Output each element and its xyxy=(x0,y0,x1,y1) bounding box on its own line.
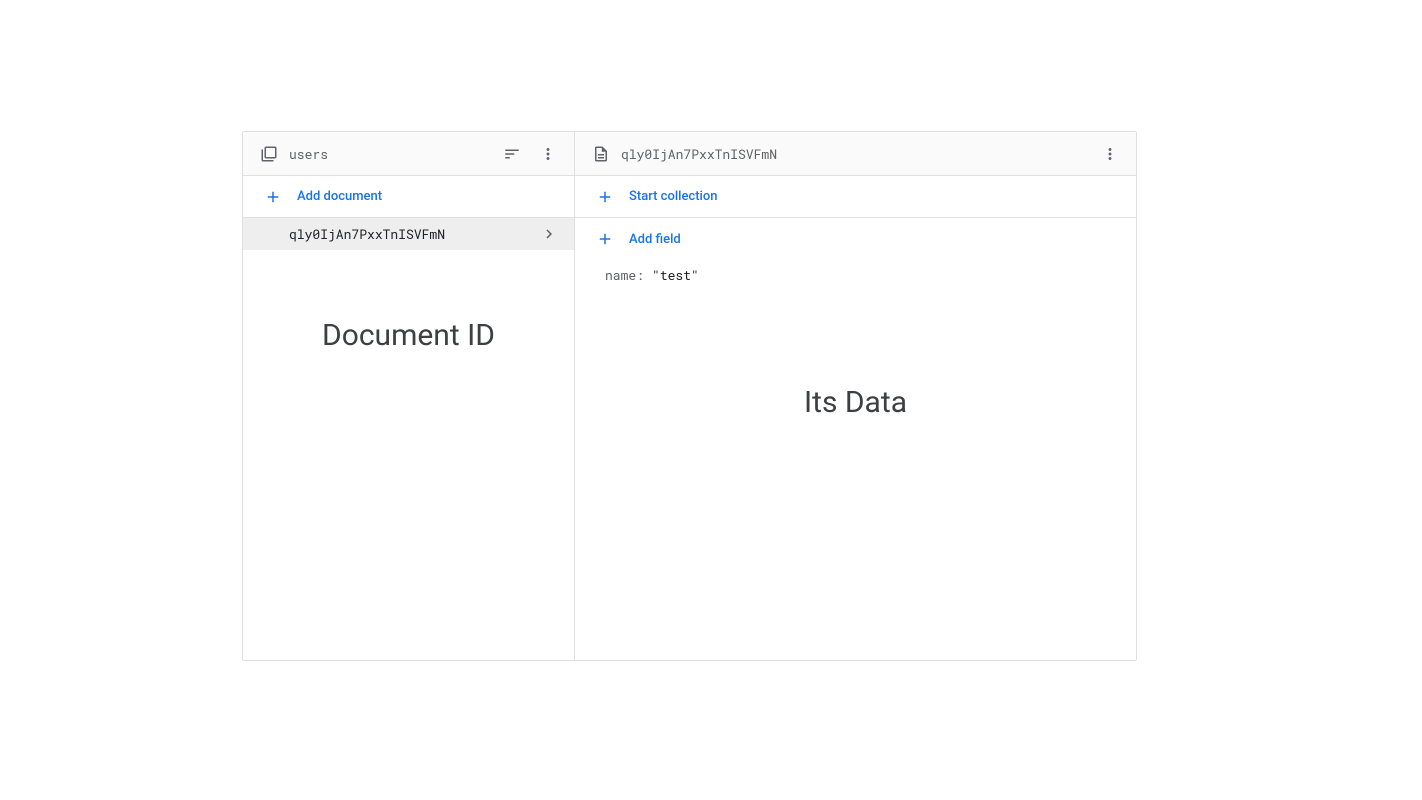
document-detail-panel: qly0IjAn7PxxTnISVFmN Start collection xyxy=(575,132,1136,660)
start-collection-button[interactable]: Start collection xyxy=(575,176,1136,218)
documents-header-actions xyxy=(498,140,562,168)
more-vert-icon[interactable] xyxy=(534,140,562,168)
add-document-label: Add document xyxy=(297,189,382,204)
document-header-actions xyxy=(1096,140,1124,168)
plus-icon xyxy=(595,187,615,207)
documents-panel: users Add document xyxy=(243,132,575,660)
document-item[interactable]: qly0IjAn7PxxTnISVFmN xyxy=(243,218,574,250)
field-key: name: xyxy=(605,266,644,284)
document-icon xyxy=(591,144,611,164)
document-fields: name: "test" Its Data xyxy=(575,260,1136,660)
field-row[interactable]: name: "test" xyxy=(575,260,1136,290)
chevron-right-icon xyxy=(540,225,558,243)
annotation-its-data: Its Data xyxy=(575,385,1136,420)
more-vert-icon[interactable] xyxy=(1096,140,1124,168)
document-id-header: qly0IjAn7PxxTnISVFmN xyxy=(621,145,1096,163)
filter-icon[interactable] xyxy=(498,140,526,168)
add-field-label: Add field xyxy=(629,232,681,247)
plus-icon xyxy=(263,187,283,207)
plus-icon xyxy=(595,229,615,249)
document-list: qly0IjAn7PxxTnISVFmN Document ID xyxy=(243,218,574,660)
collection-icon xyxy=(259,144,279,164)
add-field-button[interactable]: Add field xyxy=(575,218,1136,260)
field-value: "test" xyxy=(652,266,699,284)
document-panel-header: qly0IjAn7PxxTnISVFmN xyxy=(575,132,1136,176)
documents-panel-header: users xyxy=(243,132,574,176)
collection-name: users xyxy=(289,145,498,163)
annotation-document-id: Document ID xyxy=(243,318,574,353)
document-id-text: qly0IjAn7PxxTnISVFmN xyxy=(289,225,540,243)
firestore-panels: users Add document xyxy=(242,131,1137,661)
add-document-button[interactable]: Add document xyxy=(243,176,574,218)
start-collection-label: Start collection xyxy=(629,189,717,204)
